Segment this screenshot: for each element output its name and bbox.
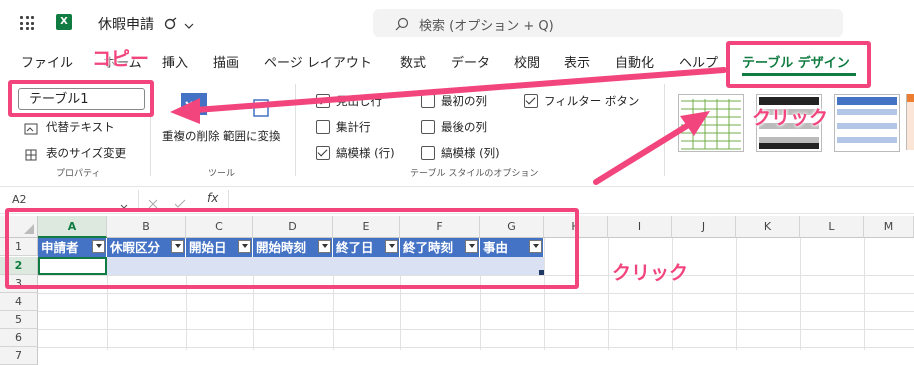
- arrow-head: [680, 111, 710, 136]
- annotation-click-label: クリック: [612, 262, 689, 284]
- annotation-click-label: クリック: [752, 107, 829, 129]
- arrow-line: [193, 67, 727, 113]
- annotation-copy-label: コピー: [92, 48, 150, 70]
- arrow-line: [593, 121, 693, 185]
- arrow-head: [170, 98, 200, 124]
